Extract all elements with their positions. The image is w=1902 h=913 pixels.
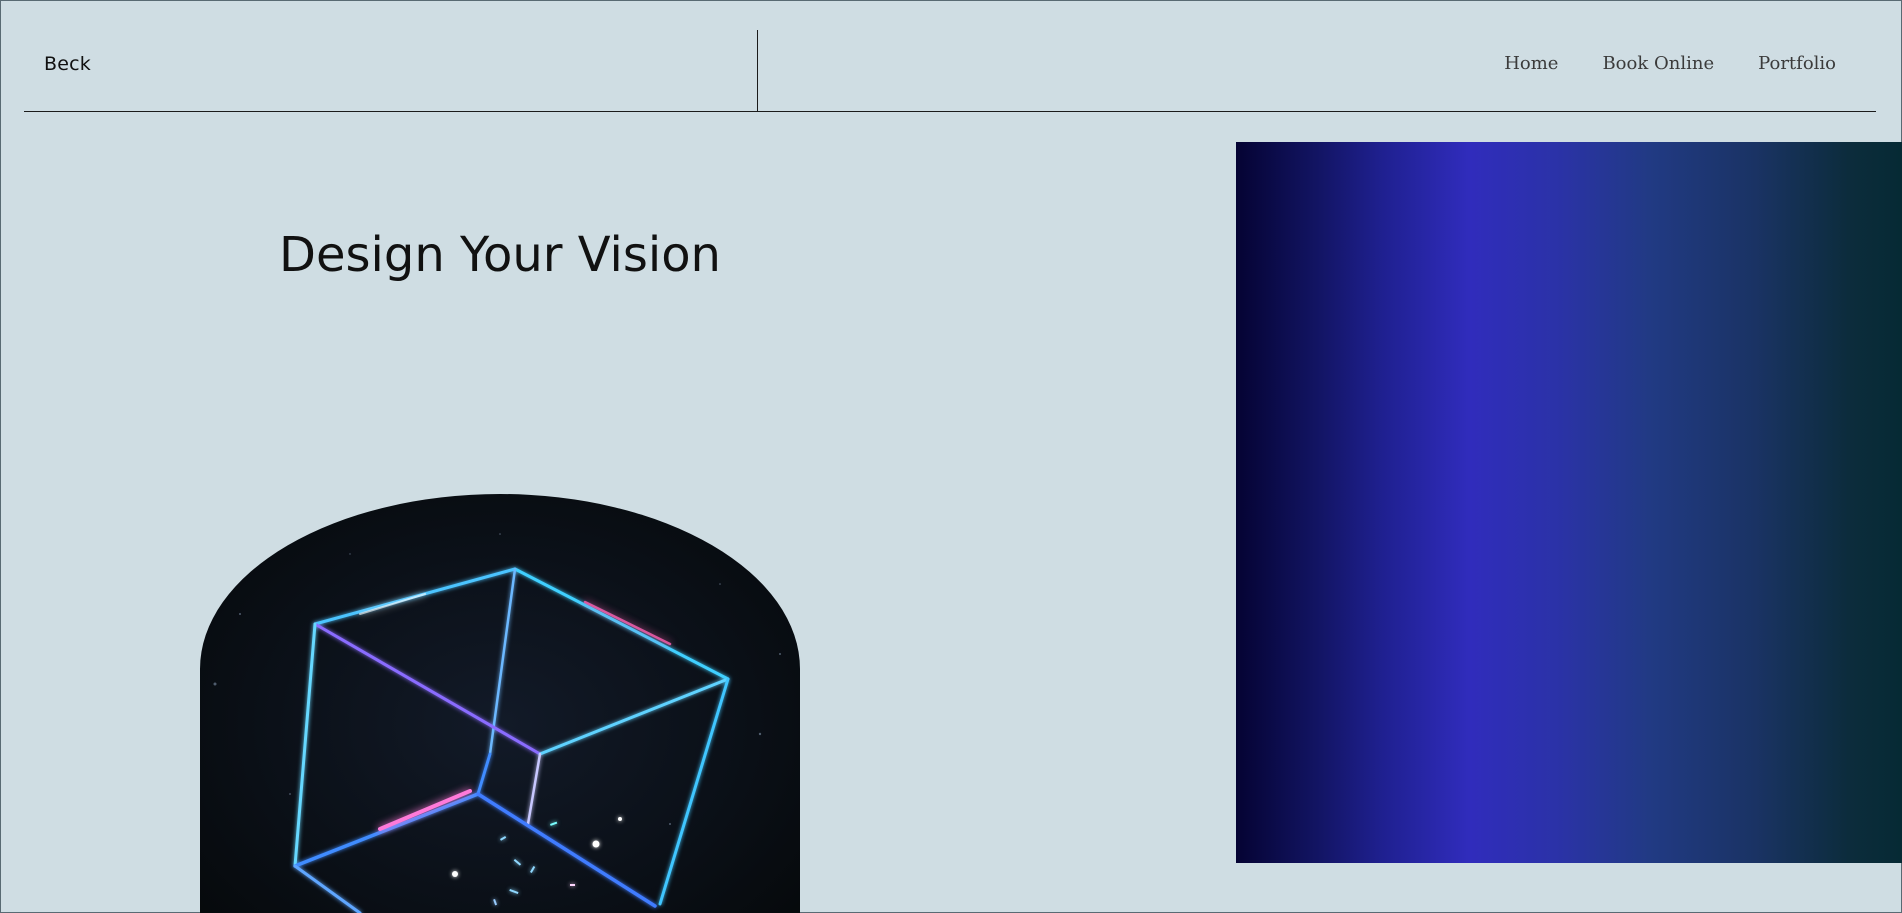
header-divider <box>757 30 758 111</box>
nav-item-portfolio[interactable]: Portfolio <box>1758 53 1836 74</box>
site-logo-text[interactable]: Beck <box>44 53 91 75</box>
blue-gradient-panel <box>1236 142 1902 863</box>
neon-cube-image <box>200 494 800 913</box>
hero-title: Design Your Vision <box>279 227 721 283</box>
site-header: Beck Home Book Online Portfolio <box>24 30 1876 112</box>
nav-item-home[interactable]: Home <box>1504 53 1558 74</box>
neon-wireframe-cube-icon <box>213 533 781 913</box>
nav-item-book-online[interactable]: Book Online <box>1602 53 1714 74</box>
main-nav: Home Book Online Portfolio <box>1504 53 1836 74</box>
